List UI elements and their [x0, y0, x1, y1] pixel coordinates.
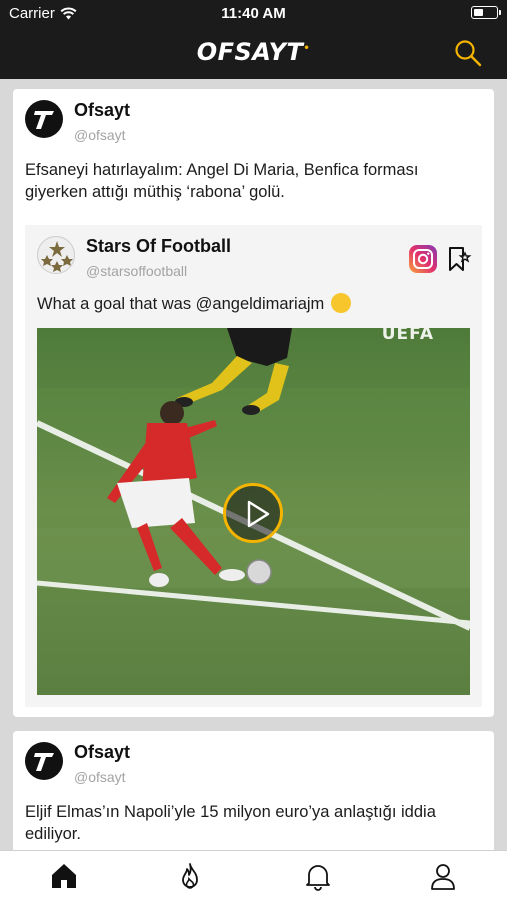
profile-icon	[431, 864, 455, 890]
trending-icon	[182, 863, 198, 889]
post-text: Efsaneyi hatırlayalım: Angel Di Maria, B…	[25, 161, 419, 201]
post-author[interactable]: Ofsayt	[74, 742, 130, 763]
video-player[interactable]: UEFA	[37, 328, 470, 695]
bookmark-button[interactable]	[446, 245, 472, 273]
post-card[interactable]: Ofsayt @ofsayt Eljif Elmas’ın Napoli’yle…	[13, 731, 494, 850]
post-author[interactable]: Ofsayt	[74, 100, 130, 121]
clock: 11:40 AM	[221, 5, 286, 22]
play-icon	[247, 500, 270, 528]
instagram-icon[interactable]	[409, 245, 437, 273]
home-icon	[52, 864, 76, 888]
notifications-icon	[306, 865, 330, 891]
instagram-embed[interactable]: Stars Of Football @starsoffootball What …	[25, 225, 482, 707]
logo-mark: •	[303, 43, 311, 54]
star-struck-emoji-icon	[330, 293, 351, 313]
video-watermark: UEFA	[381, 328, 434, 344]
search-button[interactable]	[453, 38, 483, 68]
tab-trending[interactable]	[175, 861, 205, 891]
post-text: Eljif Elmas’ın Napoli’yle 15 milyon euro…	[25, 803, 436, 843]
bookmark-star-icon	[449, 247, 472, 271]
embed-author[interactable]: Stars Of Football	[86, 236, 231, 257]
play-button[interactable]	[223, 483, 283, 543]
battery-icon	[471, 6, 501, 19]
feed[interactable]: Ofsayt @ofsayt Efsaneyi hatırlayalım: An…	[0, 79, 507, 850]
tab-profile[interactable]	[428, 861, 458, 891]
logo-text: OFSAYT	[196, 38, 304, 66]
post-card[interactable]: Ofsayt @ofsayt Efsaneyi hatırlayalım: An…	[13, 89, 494, 717]
post-handle[interactable]: @ofsayt	[74, 127, 126, 143]
embed-handle[interactable]: @starsoffootball	[86, 263, 187, 279]
search-icon	[455, 40, 482, 67]
tab-home[interactable]	[49, 861, 79, 891]
top-bar: Carrier 11:40 AM OFSAYT•	[0, 0, 507, 79]
embed-caption-text: What a goal that was @angeldimariajm	[37, 295, 325, 313]
ofsayt-avatar[interactable]	[25, 100, 63, 138]
ofsayt-avatar[interactable]	[25, 742, 63, 780]
tab-bar	[0, 850, 507, 900]
post-handle[interactable]: @ofsayt	[74, 769, 126, 785]
embed-caption: What a goal that was @angeldimariajm	[37, 293, 351, 314]
embed-avatar[interactable]	[37, 236, 75, 274]
tab-notifications[interactable]	[303, 861, 333, 891]
status-bar: Carrier 11:40 AM	[0, 0, 507, 28]
app-logo: OFSAYT•	[0, 38, 507, 66]
